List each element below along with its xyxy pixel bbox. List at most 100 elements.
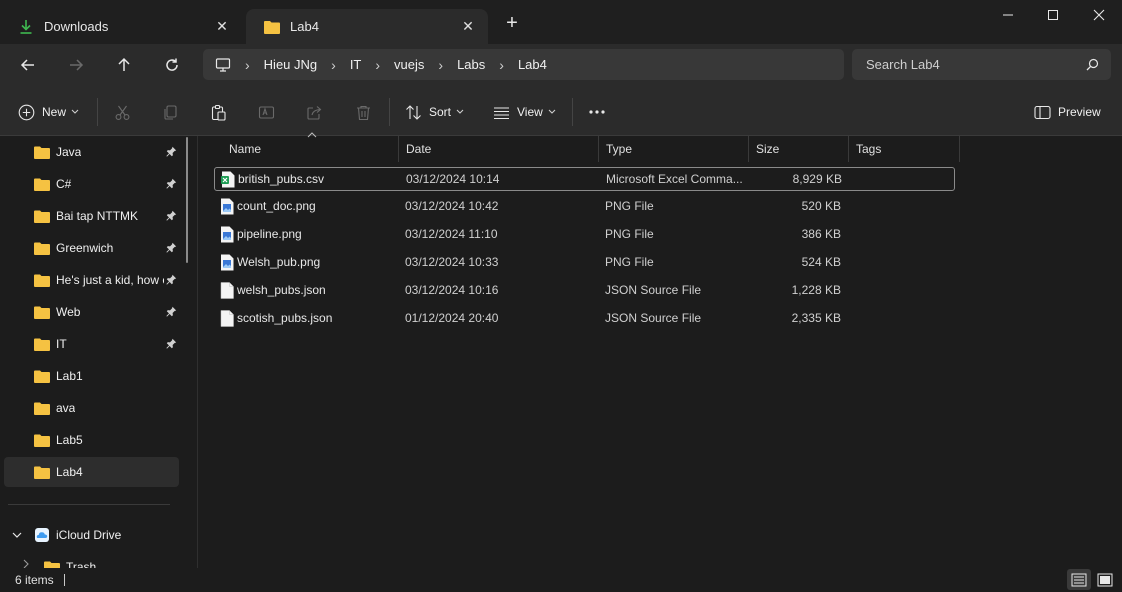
navigation-bar: › Hieu JNg › IT › vuejs › Labs › Lab4 Se… — [0, 44, 1122, 86]
file-size: 520 KB — [801, 199, 841, 213]
breadcrumb-item[interactable]: IT — [350, 57, 362, 72]
minimize-icon[interactable] — [985, 0, 1031, 30]
delete-icon[interactable] — [355, 101, 372, 123]
view-button[interactable]: View — [493, 101, 556, 123]
copy-icon[interactable] — [162, 101, 179, 123]
tab-downloads[interactable]: Downloads ✕ — [0, 9, 242, 44]
breadcrumb-item[interactable]: Lab4 — [518, 57, 547, 72]
divider — [8, 504, 170, 505]
pin-icon[interactable] — [166, 274, 177, 285]
pin-icon[interactable] — [166, 178, 177, 189]
file-type: PNG File — [605, 227, 654, 241]
breadcrumb-item[interactable]: vuejs — [394, 57, 424, 72]
chevron-down-icon — [71, 109, 79, 114]
sidebar-item[interactable]: C# — [4, 169, 179, 199]
large-icons-view-icon[interactable] — [1093, 569, 1117, 590]
maximize-icon[interactable] — [1030, 0, 1076, 30]
new-button[interactable]: New — [18, 101, 79, 123]
column-header-size[interactable]: Size — [749, 136, 849, 162]
pin-icon[interactable] — [166, 338, 177, 349]
file-name: welsh_pubs.json — [237, 283, 326, 297]
sidebar-item-label: Greenwich — [56, 241, 114, 255]
pin-icon[interactable] — [166, 146, 177, 157]
computer-icon[interactable] — [215, 57, 231, 73]
sidebar-item[interactable]: Greenwich — [4, 233, 179, 263]
file-size: 386 KB — [801, 227, 841, 241]
file-size: 8,929 KB — [792, 172, 842, 186]
file-row[interactable]: scotish_pubs.json 01/12/2024 20:40 JSON So… — [214, 307, 955, 331]
search-input[interactable]: Search Lab4 — [852, 49, 1111, 80]
sidebar-item[interactable]: Lab5 — [4, 425, 179, 455]
sidebar-item[interactable]: Java — [4, 137, 179, 167]
breadcrumb-item[interactable]: Labs — [457, 57, 485, 72]
pin-icon[interactable] — [166, 242, 177, 253]
file-name: pipeline.png — [237, 227, 302, 241]
preview-button[interactable]: Preview — [1034, 101, 1101, 123]
column-header-name[interactable]: Name — [222, 136, 399, 162]
cut-icon[interactable] — [114, 101, 131, 123]
tab-label: Lab4 — [290, 19, 319, 34]
sort-button[interactable]: Sort — [405, 101, 464, 123]
sidebar-item[interactable]: ava — [4, 393, 179, 423]
close-icon[interactable] — [1076, 0, 1122, 30]
column-header-type[interactable]: Type — [599, 136, 749, 162]
back-arrow-icon[interactable] — [15, 52, 41, 78]
sort-label: Sort — [429, 105, 452, 119]
refresh-icon[interactable] — [159, 52, 185, 78]
column-header-tags[interactable]: Tags — [849, 136, 960, 162]
sidebar-item-label: Lab5 — [56, 433, 83, 447]
column-header-date[interactable]: Date — [399, 136, 599, 162]
folder-icon — [34, 146, 50, 159]
sidebar-item[interactable]: Lab4 — [4, 457, 179, 487]
file-row[interactable]: Welsh_pub.png 03/12/2024 10:33 PNG File 524… — [214, 251, 955, 275]
item-count: 6 items — [15, 573, 54, 587]
sidebar-item[interactable]: Bai tap NTTMK — [4, 201, 179, 231]
file-row[interactable]: british_pubs.csv 03/12/2024 10:14 Microsof… — [214, 167, 955, 191]
sidebar-item-icloud-drive[interactable]: iCloud Drive — [4, 520, 179, 550]
sidebar-item[interactable]: Lab1 — [4, 361, 179, 391]
navigation-pane: Java C# Bai tap NTTMK Greenwich He's just a … — [0, 136, 198, 568]
paste-icon[interactable] — [210, 101, 227, 123]
file-row[interactable]: count_doc.png 03/12/2024 10:42 PNG File 520… — [214, 195, 955, 219]
chevron-right-icon: › — [331, 56, 336, 73]
breadcrumb-item[interactable]: Hieu JNg — [264, 57, 317, 72]
up-arrow-icon[interactable] — [111, 52, 137, 78]
more-options-icon[interactable] — [588, 101, 606, 123]
address-bar[interactable]: › Hieu JNg › IT › vuejs › Labs › Lab4 — [203, 49, 844, 80]
search-icon[interactable] — [1086, 58, 1099, 74]
file-name: count_doc.png — [237, 199, 316, 213]
sidebar-item-trash[interactable]: Trash — [4, 552, 179, 568]
file-date: 01/12/2024 20:40 — [405, 311, 499, 325]
close-tab-icon[interactable]: ✕ — [458, 17, 478, 35]
column-label: Size — [756, 142, 780, 156]
file-row[interactable]: pipeline.png 03/12/2024 11:10 PNG File 386 … — [214, 223, 955, 247]
tab-lab4[interactable]: Lab4 ✕ — [246, 9, 488, 44]
folder-icon — [34, 434, 50, 447]
file-row[interactable]: welsh_pubs.json 03/12/2024 10:16 JSON Sour… — [214, 279, 955, 303]
sidebar-item[interactable]: IT — [4, 329, 179, 359]
sidebar-item[interactable]: Web — [4, 297, 179, 327]
file-size: 1,228 KB — [791, 283, 841, 297]
plus-circle-icon — [18, 104, 35, 120]
sidebar-scrollbar[interactable] — [186, 137, 188, 263]
close-tab-icon[interactable]: ✕ — [212, 17, 232, 35]
file-date: 03/12/2024 10:16 — [405, 283, 499, 297]
divider — [389, 98, 390, 126]
image-icon — [221, 198, 234, 215]
sidebar-item-label: Java — [56, 145, 82, 159]
pin-icon[interactable] — [166, 306, 177, 317]
new-tab-button[interactable]: + — [502, 13, 522, 33]
file-name: Welsh_pub.png — [237, 255, 321, 269]
details-view-icon[interactable] — [1067, 569, 1091, 590]
sidebar-item-label: Trash — [66, 560, 97, 568]
sidebar-item-label: C# — [56, 177, 72, 191]
forward-arrow-icon[interactable] — [63, 52, 89, 78]
file-date: 03/12/2024 10:42 — [405, 199, 499, 213]
sidebar-item[interactable]: He's just a kid, how c — [4, 265, 179, 295]
rename-icon[interactable] — [258, 101, 275, 123]
share-icon[interactable] — [306, 101, 323, 123]
file-type: PNG File — [605, 199, 654, 213]
file-name: scotish_pubs.json — [237, 311, 333, 325]
file-name: british_pubs.csv — [238, 172, 325, 186]
pin-icon[interactable] — [166, 210, 177, 221]
